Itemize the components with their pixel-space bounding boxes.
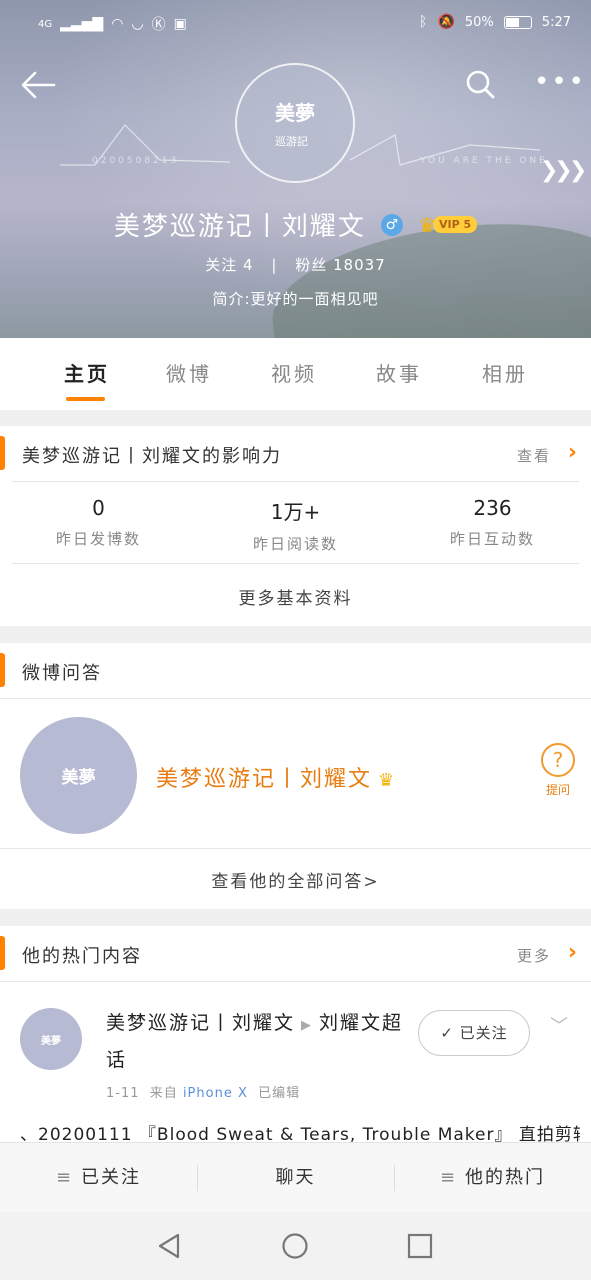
more-options-icon[interactable]: •••	[534, 69, 584, 96]
battery-icon	[503, 15, 532, 29]
hot-title: 他的热门内容	[22, 946, 142, 967]
bottom-action-bar: ≡ 已关注 聊天 ≡ 他的热门	[0, 1142, 591, 1212]
followed-button[interactable]: ✓ 已关注	[418, 1010, 530, 1056]
status-bar: 4G ▂▃▅▇ ◠ ◡ Ⓚ ▣ ᛒ 🔕 50% 5:27	[0, 0, 591, 46]
following-link[interactable]: 关注 4	[205, 256, 253, 274]
profile-intro: 简介:更好的一面相见吧	[212, 290, 379, 308]
play-arrow-icon: ▶	[301, 1018, 314, 1033]
question-icon: ?	[541, 743, 575, 777]
avatar-logo-subtext: 巡游記	[275, 134, 308, 148]
qa-user-name[interactable]: 美梦巡游记丨刘耀文 ♛	[156, 761, 396, 793]
follow-stats: 关注 4 | 粉丝 18037	[205, 256, 386, 274]
ask-question-button[interactable]: ? 提问	[538, 743, 578, 798]
mute-icon: 🔕	[437, 14, 455, 30]
male-gender-icon: ♂	[380, 213, 403, 236]
qa-card: 微博问答 美夢 美梦巡游记丨刘耀文 ♛ ? 提问 查看他的全部问答>	[0, 643, 591, 909]
menu-icon: ≡	[439, 1167, 458, 1188]
tab-home[interactable]: 主页	[64, 358, 110, 387]
clock: 5:27	[541, 14, 571, 30]
hot-more-link[interactable]: 更多	[517, 945, 551, 966]
followed-menu-button[interactable]: ≡ 已关注	[0, 1143, 197, 1213]
network-indicator: 4G	[38, 18, 53, 30]
deco-text-right: YOU ARE THE ONE	[420, 156, 548, 166]
wifi-icon: ◠	[111, 16, 124, 32]
tab-story[interactable]: 故事	[376, 358, 422, 387]
app-notification-icon-2: ▣	[173, 16, 187, 32]
back-triangle-icon[interactable]	[156, 1232, 182, 1260]
recent-apps-icon[interactable]	[407, 1233, 433, 1259]
crown-icon: ♛	[378, 770, 397, 791]
chevron-right-icon[interactable]: ›	[568, 440, 577, 465]
hot-content-card: 他的热门内容 更多 › 美夢 美梦巡游记丨刘耀文 ▶ 刘耀文超话 ✓ 已关注 ﹀ 1…	[0, 926, 591, 1145]
bluetooth-icon: ᛒ	[419, 14, 428, 30]
influence-view-link[interactable]: 查看	[517, 445, 551, 466]
post-author[interactable]: 美梦巡游记丨刘耀文	[106, 1012, 295, 1034]
post-author-avatar[interactable]: 美夢	[20, 1008, 82, 1070]
chevron-down-icon[interactable]: ﹀	[550, 1012, 568, 1038]
hot-menu-button[interactable]: ≡ 他的热门	[394, 1143, 591, 1213]
tab-weibo[interactable]: 微博	[166, 358, 212, 387]
vip-badge[interactable]: ♛ VIP 5	[418, 213, 478, 237]
stat-reads[interactable]: 1万+ 昨日阅读数	[197, 496, 394, 554]
followers-link[interactable]: 粉丝 18037	[295, 256, 386, 274]
stat-posts[interactable]: 0 昨日发博数	[0, 496, 197, 549]
section-marker	[0, 653, 5, 687]
deco-text-left: 0200508213	[92, 156, 180, 166]
active-tab-indicator	[66, 397, 105, 401]
search-icon[interactable]	[464, 68, 496, 100]
system-navigation-bar	[0, 1212, 591, 1280]
post-meta: 1-11 来自 iPhone X 已编辑	[106, 1086, 301, 1101]
back-arrow-icon[interactable]	[20, 70, 56, 100]
chevron-right-icon[interactable]: ›	[568, 940, 577, 965]
profile-name: 美梦巡游记丨刘耀文	[113, 212, 366, 242]
influence-card: 美梦巡游记丨刘耀文的影响力 查看 › 0 昨日发博数 1万+ 昨日阅读数 236…	[0, 426, 591, 626]
home-circle-icon[interactable]	[281, 1232, 309, 1260]
post-header: 美梦巡游记丨刘耀文 ▶ 刘耀文超话	[106, 1006, 406, 1077]
profile-header: 4G ▂▃▅▇ ◠ ◡ Ⓚ ▣ ᛒ 🔕 50% 5:27 0200508213 …	[0, 0, 591, 338]
section-marker	[0, 936, 5, 970]
section-marker	[0, 436, 5, 470]
chevrons-right-icon[interactable]: ❯❯❯	[540, 158, 587, 183]
influence-title: 美梦巡游记丨刘耀文的影响力	[22, 446, 282, 467]
qa-title: 微博问答	[22, 663, 102, 684]
app-notification-icon: Ⓚ	[151, 17, 166, 33]
battery-percent: 50%	[464, 14, 494, 30]
stat-interactions[interactable]: 236 昨日互动数	[394, 496, 591, 549]
signal-icon: ▂▃▅▇	[60, 16, 104, 32]
headphone-icon: ◡	[131, 16, 144, 32]
profile-page: 4G ▂▃▅▇ ◠ ◡ Ⓚ ▣ ᛒ 🔕 50% 5:27 0200508213 …	[0, 0, 591, 1280]
vip-level: VIP 5	[432, 216, 478, 233]
view-all-qa-link[interactable]: 查看他的全部问答>	[0, 867, 591, 892]
tab-video[interactable]: 视频	[271, 358, 317, 387]
name-row: 美梦巡游记丨刘耀文 ♂ ♛ VIP 5	[0, 206, 591, 242]
avatar[interactable]: 美夢 巡游記	[235, 63, 355, 183]
qa-avatar[interactable]: 美夢	[20, 717, 137, 834]
avatar-logo-text: 美夢	[275, 100, 315, 125]
menu-icon: ≡	[55, 1167, 74, 1188]
profile-tabs: 主页 微博 视频 故事 相册	[0, 338, 591, 410]
chat-button[interactable]: 聊天	[197, 1143, 394, 1213]
more-basic-info-link[interactable]: 更多基本资料	[0, 584, 591, 609]
post-source[interactable]: iPhone X	[183, 1086, 248, 1101]
tab-album[interactable]: 相册	[482, 358, 528, 387]
